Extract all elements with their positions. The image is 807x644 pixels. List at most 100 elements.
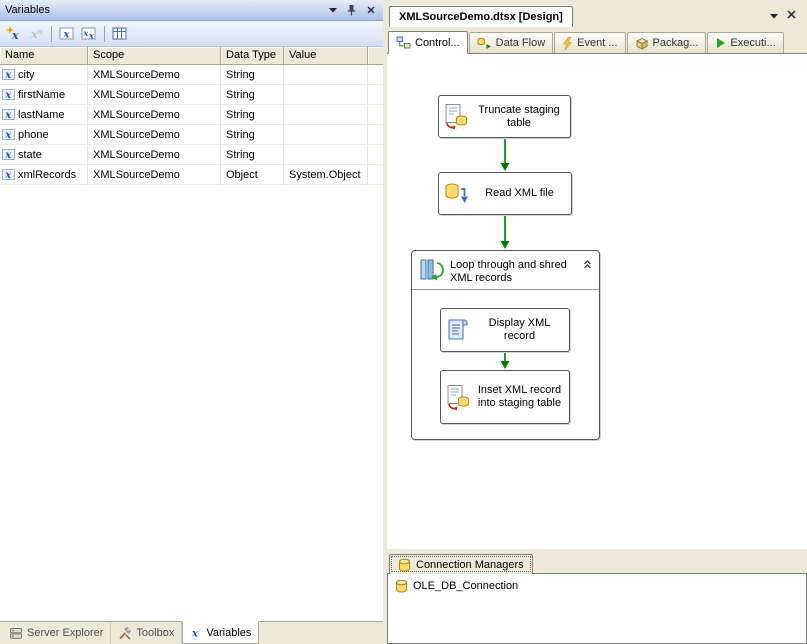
variables-grid-header: Name Scope Data Type Value xyxy=(0,47,383,65)
column-header-data-type[interactable]: Data Type xyxy=(221,47,284,64)
variable-name-cell[interactable]: x lastName xyxy=(0,105,88,125)
task-display-xml-record[interactable]: Display XML record xyxy=(440,308,570,352)
table-row[interactable]: x phone XMLSourceDemo String xyxy=(0,125,383,145)
chevron-down-icon xyxy=(328,7,337,13)
variables-tool-window: Variables x x x xx Name Scope Data Type … xyxy=(0,0,383,644)
variable-icon: x xyxy=(2,129,15,141)
close-button[interactable] xyxy=(363,3,378,17)
ssis-ide-window: Variables x x x xx Name Scope Data Type … xyxy=(0,0,807,644)
tab-data-flow[interactable]: Data Flow xyxy=(468,32,554,53)
variable-datatype-cell[interactable]: String xyxy=(221,105,284,125)
grid-columns-icon xyxy=(112,27,127,40)
document-list-button[interactable] xyxy=(770,10,778,22)
svg-text:x: x xyxy=(4,70,12,81)
window-position-button[interactable] xyxy=(325,3,340,17)
column-header-name[interactable]: Name xyxy=(0,47,88,64)
variable-value-cell[interactable] xyxy=(284,105,368,125)
variable-name-cell[interactable]: x city xyxy=(0,65,88,85)
variable-scope-cell[interactable]: XMLSourceDemo xyxy=(88,125,221,145)
connection-manager-name: OLE_DB_Connection xyxy=(413,580,519,592)
row-filler xyxy=(368,165,383,185)
variable-datatype-cell[interactable]: Object xyxy=(221,165,284,185)
connection-managers-list[interactable]: OLE_DB_Connection xyxy=(387,573,807,644)
foreach-loop-header[interactable]: Loop through and shred XML records xyxy=(412,251,599,291)
variable-name: city xyxy=(18,68,35,81)
table-row[interactable]: x city XMLSourceDemo String xyxy=(0,65,383,85)
collapse-container-button[interactable] xyxy=(582,257,593,273)
show-all-variables-icon: xx xyxy=(81,27,96,41)
variable-datatype-cell[interactable]: String xyxy=(221,145,284,165)
variable-name-cell[interactable]: x xmlRecords xyxy=(0,165,88,185)
variable-name-cell[interactable]: x firstName xyxy=(0,85,88,105)
table-row[interactable]: x lastName XMLSourceDemo String xyxy=(0,105,383,125)
variable-value-cell[interactable] xyxy=(284,125,368,145)
tab-event-handlers[interactable]: Event ... xyxy=(554,32,626,53)
task-truncate-staging-table[interactable]: Truncate staging table xyxy=(438,95,571,138)
column-header-value[interactable]: Value xyxy=(284,47,368,64)
tab-package-explorer[interactable]: Packag... xyxy=(626,32,707,53)
tab-label: Variables xyxy=(206,626,252,639)
variable-value-cell[interactable] xyxy=(284,65,368,85)
tab-label: Server Explorer xyxy=(27,627,104,639)
variable-name-cell[interactable]: x state xyxy=(0,145,88,165)
show-system-variables-button[interactable]: x xyxy=(56,24,78,44)
svg-text:x: x xyxy=(11,29,19,41)
variable-datatype-cell[interactable]: String xyxy=(221,65,284,85)
server-explorer-icon xyxy=(10,627,22,639)
variable-value-cell[interactable] xyxy=(284,145,368,165)
read-xml-file-icon xyxy=(445,183,468,203)
variable-name: lastName xyxy=(18,108,65,121)
connection-managers-tray: Connection Managers OLE_DB_Connection xyxy=(387,549,807,644)
variable-name-cell[interactable]: x phone xyxy=(0,125,88,145)
tab-label: Executi... xyxy=(730,37,776,49)
show-all-variables-button[interactable]: xx xyxy=(78,24,100,44)
svg-text:x: x xyxy=(4,130,12,141)
variable-icon: x xyxy=(2,69,15,81)
row-filler xyxy=(368,125,383,145)
package-explorer-icon xyxy=(635,37,648,50)
task-insert-xml-record[interactable]: Inset XML record into staging table xyxy=(440,370,570,424)
tab-connection-managers[interactable]: Connection Managers xyxy=(389,554,533,574)
execution-results-icon xyxy=(717,38,726,48)
connection-managers-tab-row: Connection Managers xyxy=(387,549,807,574)
variable-name: state xyxy=(18,148,42,161)
tab-execution-results[interactable]: Executi... xyxy=(707,32,784,53)
pin-icon xyxy=(347,5,356,16)
choose-variable-columns-button[interactable] xyxy=(109,24,131,44)
variable-value-cell[interactable]: System.Object xyxy=(284,165,368,185)
document-tab[interactable]: XMLSourceDemo.dtsx [Design] xyxy=(389,6,573,27)
tab-toolbox[interactable]: Toolbox xyxy=(111,622,183,644)
variable-scope-cell[interactable]: XMLSourceDemo xyxy=(88,65,221,85)
table-row[interactable]: x state XMLSourceDemo String xyxy=(0,145,383,165)
close-icon xyxy=(367,6,374,14)
add-variable-button[interactable]: x xyxy=(3,24,25,44)
variable-value-cell[interactable] xyxy=(284,85,368,105)
variable-scope-cell[interactable]: XMLSourceDemo xyxy=(88,85,221,105)
variable-name: phone xyxy=(18,128,49,141)
variable-scope-cell[interactable]: XMLSourceDemo xyxy=(88,165,221,185)
chevron-down-icon xyxy=(770,14,778,19)
tab-variables[interactable]: x Variables xyxy=(182,621,260,644)
variable-datatype-cell[interactable]: String xyxy=(221,125,284,145)
toolbox-icon xyxy=(119,627,132,640)
tab-label: Event ... xyxy=(577,37,618,49)
row-filler xyxy=(368,105,383,125)
tab-label: Control... xyxy=(415,36,460,49)
table-row[interactable]: x xmlRecords XMLSourceDemo Object System… xyxy=(0,165,383,185)
variable-datatype-cell[interactable]: String xyxy=(221,85,284,105)
connection-manager-item[interactable]: OLE_DB_Connection xyxy=(395,579,799,593)
column-header-scope[interactable]: Scope xyxy=(88,47,221,64)
task-label: Loop through and shred XML records xyxy=(450,259,567,285)
variable-scope-cell[interactable]: XMLSourceDemo xyxy=(88,105,221,125)
tab-server-explorer[interactable]: Server Explorer xyxy=(2,622,112,644)
task-read-xml-file[interactable]: Read XML file xyxy=(438,172,572,215)
variable-scope-cell[interactable]: XMLSourceDemo xyxy=(88,145,221,165)
control-flow-design-surface[interactable]: Loop through and shred XML records Trunc… xyxy=(387,54,807,549)
show-system-variables-icon: x xyxy=(59,27,74,41)
auto-hide-pin-button[interactable] xyxy=(344,3,359,17)
close-document-button[interactable] xyxy=(787,10,796,22)
table-row[interactable]: x firstName XMLSourceDemo String xyxy=(0,85,383,105)
document-strip-buttons xyxy=(770,10,803,27)
variables-titlebar[interactable]: Variables xyxy=(0,0,383,21)
tab-control-flow[interactable]: Control... xyxy=(388,31,468,54)
